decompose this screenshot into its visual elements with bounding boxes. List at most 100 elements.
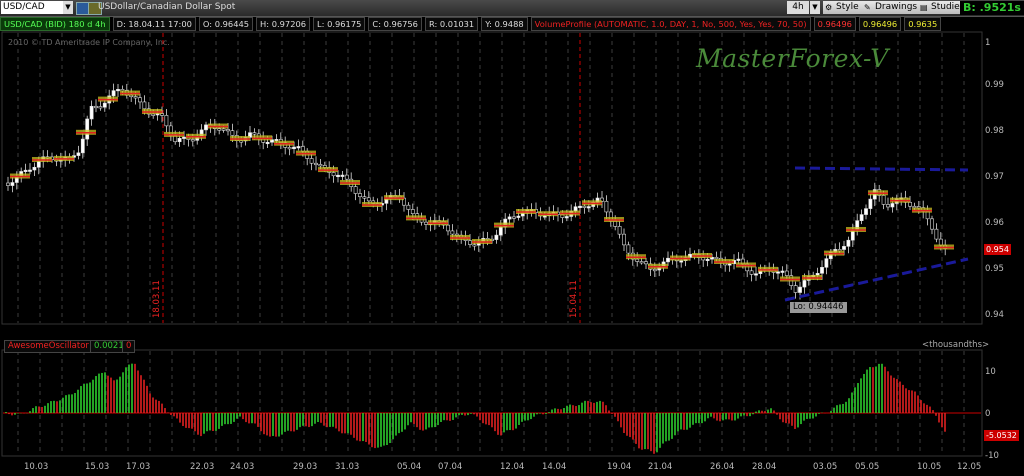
price-axis-label: 0.98 (985, 126, 1004, 136)
candle-body (586, 206, 591, 209)
candle-body (102, 102, 107, 108)
candle-body (705, 258, 710, 261)
candle-body (472, 244, 477, 247)
vertical-date-marker: 18.03.11 (152, 280, 162, 318)
candle-body (468, 240, 472, 245)
price-axis-label: 0.96 (985, 218, 1004, 228)
candle-body (362, 196, 367, 199)
candle-body (930, 218, 934, 230)
candle-body (94, 105, 98, 109)
candle-body (820, 267, 824, 274)
candle-body (217, 128, 222, 131)
oscillator-axis-label: 0 (985, 409, 991, 419)
time-axis-label: 24.03 (230, 462, 255, 472)
candle-body (754, 273, 758, 276)
oscillator-axis-label: 10 (985, 367, 996, 377)
candle-body (622, 233, 626, 246)
candle-body (252, 132, 257, 135)
oscillator-name[interactable]: AwesomeOscillator (4, 340, 93, 353)
candle-body (98, 106, 103, 109)
candle-body (309, 158, 314, 164)
time-axis-label: 14.04 (542, 462, 567, 472)
candle-body (344, 174, 349, 180)
candle-body (340, 174, 345, 177)
candle-body (318, 164, 323, 167)
candle-body (780, 270, 785, 273)
time-axis-label: 22.03 (190, 462, 215, 472)
candle-body (410, 209, 415, 215)
candle-body (582, 205, 587, 208)
candle-body (776, 271, 780, 274)
candle-body (230, 130, 235, 136)
candle-body (938, 238, 943, 246)
candle-body (336, 174, 340, 178)
candle-body (635, 258, 640, 262)
time-axis-label: 03.05 (813, 462, 838, 472)
vertical-date-marker: 15.04.11 (569, 280, 579, 318)
candle-body (604, 200, 609, 213)
candle-body (424, 221, 428, 225)
candle-body (23, 169, 28, 172)
candle-body (6, 182, 10, 186)
time-axis-label: 17.03 (126, 462, 151, 472)
candle-body (846, 239, 851, 247)
candle-body (886, 204, 890, 208)
candle-body (446, 224, 450, 232)
candle-body (300, 146, 305, 152)
candle-body (868, 198, 873, 209)
candle-body (151, 113, 156, 116)
oscillator-panel-frame (1, 349, 983, 457)
candle-body (652, 269, 657, 272)
candle-body (494, 234, 499, 240)
candle-body (164, 115, 169, 127)
oscillator-axis-label: -10 (985, 451, 999, 461)
time-axis-label: 10.05 (917, 462, 942, 472)
candle-body (714, 256, 719, 260)
candle-body (573, 206, 578, 212)
candle-body (450, 230, 455, 235)
candle-body (226, 129, 230, 132)
candle-body (578, 205, 582, 208)
time-axis-label: 28.04 (752, 462, 777, 472)
current-price-tag: 0.954 (984, 244, 1011, 255)
price-axis-label: 0.97 (985, 172, 1004, 182)
candle-body (80, 138, 85, 154)
candle-body (815, 273, 820, 276)
price-axis-label: 0.95 (985, 264, 1004, 274)
candle-body (331, 172, 336, 177)
candle-body (76, 152, 81, 156)
time-axis-label: 26.04 (710, 462, 735, 472)
candle-body (10, 182, 15, 186)
candle-body (32, 166, 37, 171)
candle-body (221, 128, 226, 131)
candle-body (934, 228, 939, 240)
candle-body (890, 203, 895, 208)
candle-body (498, 226, 503, 236)
time-axis-label: 19.04 (607, 462, 632, 472)
time-axis-label: 29.03 (293, 462, 318, 472)
candle-body (292, 146, 296, 150)
candle-body (798, 286, 802, 293)
candle-body (736, 258, 741, 261)
price-axis-label: 0.94 (985, 310, 1004, 320)
candle-body (644, 261, 648, 265)
candle-body (666, 257, 670, 263)
candle-body (138, 97, 142, 103)
candle-body (89, 105, 94, 120)
candle-body (116, 89, 120, 92)
time-axis-label: 15.03 (85, 462, 110, 472)
candle-body (85, 118, 90, 140)
candle-body (908, 201, 912, 207)
copyright-notice: 2010 © TD Ameritrade IP Company, Inc. (8, 38, 170, 47)
candle-body (314, 162, 318, 166)
price-panel-frame (1, 31, 983, 325)
time-axis-label: 07.04 (438, 462, 463, 472)
candle-body (296, 146, 301, 149)
candle-body (274, 139, 279, 142)
time-axis-label: 12.05 (957, 462, 982, 472)
candle-body (182, 136, 186, 139)
candle-body (190, 139, 195, 142)
candle-body (406, 204, 411, 210)
candle-body (639, 261, 644, 264)
time-axis-label: 31.03 (335, 462, 360, 472)
